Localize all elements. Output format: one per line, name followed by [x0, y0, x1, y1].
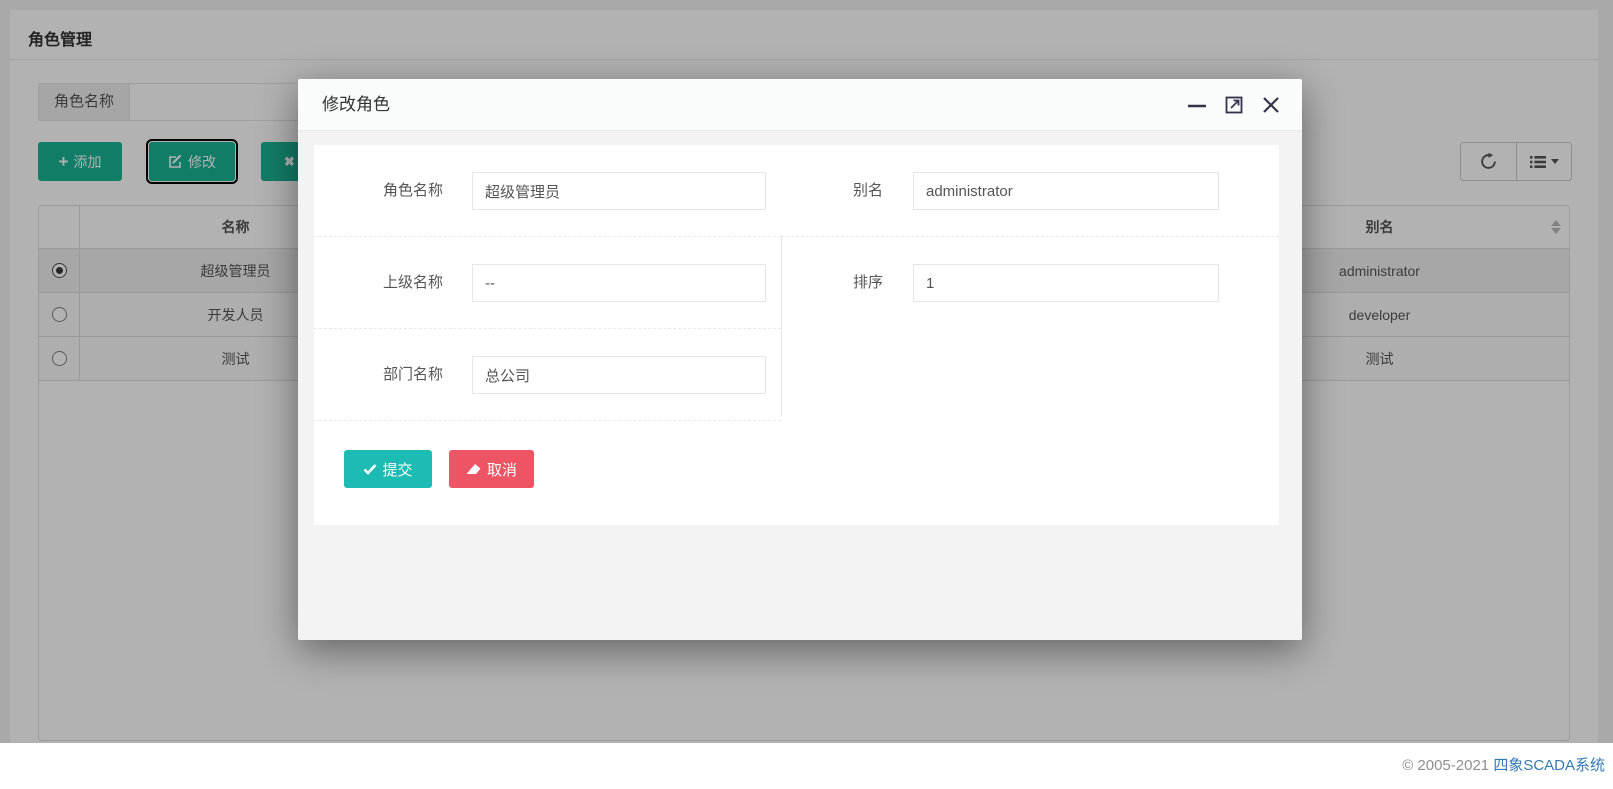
form-right-column: 别名 排序 [781, 145, 1279, 329]
department-label: 部门名称 [314, 356, 443, 420]
dialog-controls [1186, 79, 1282, 131]
eraser-icon [466, 463, 482, 476]
cancel-button[interactable]: 取消 [449, 450, 534, 488]
form-row: 排序 [781, 237, 1279, 329]
dialog-header[interactable]: 修改角色 [298, 79, 1302, 131]
form-row: 别名 [781, 145, 1279, 237]
department-input[interactable] [472, 356, 766, 394]
alias-label: 别名 [781, 172, 883, 236]
role-name-input[interactable] [472, 172, 766, 210]
sort-input[interactable] [913, 264, 1219, 302]
alias-input[interactable] [913, 172, 1219, 210]
form-row: 部门名称 [314, 329, 781, 421]
maximize-icon [1224, 95, 1244, 115]
submit-button[interactable]: 提交 [344, 450, 432, 488]
copyright-text: © 2005-2021 [1402, 757, 1493, 774]
brand-link[interactable]: 四象SCADA系统 [1493, 757, 1605, 774]
maximize-button[interactable] [1223, 94, 1245, 116]
close-icon [1261, 95, 1281, 115]
check-icon [363, 462, 377, 476]
form-row: 角色名称 [314, 145, 781, 237]
form-actions: 提交 取消 [314, 421, 781, 488]
sort-label: 排序 [781, 264, 883, 329]
dialog-title: 修改角色 [322, 79, 390, 131]
close-button[interactable] [1260, 94, 1282, 116]
edit-role-form: 角色名称 上级名称 部门名称 提交 [314, 145, 1279, 525]
form-row: 上级名称 [314, 237, 781, 329]
minimize-icon [1186, 94, 1208, 116]
role-name-label: 角色名称 [314, 172, 443, 236]
form-left-column: 角色名称 上级名称 部门名称 提交 [314, 145, 781, 488]
page-footer: © 2005-2021 四象SCADA系统 [0, 743, 1613, 789]
parent-name-label: 上级名称 [314, 264, 443, 328]
edit-role-dialog: 修改角色 角色名称 上级名称 部门名称 [298, 79, 1302, 640]
minimize-button[interactable] [1186, 94, 1208, 116]
parent-name-input[interactable] [472, 264, 766, 302]
